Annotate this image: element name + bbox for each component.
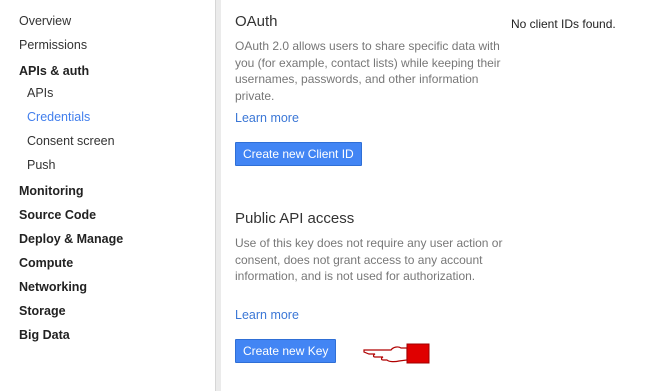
sidebar-item-permissions[interactable]: Permissions (19, 37, 87, 53)
credentials-panel: OAuth OAuth 2.0 allows users to share sp… (221, 0, 646, 391)
oauth-title: OAuth (235, 13, 278, 30)
sidebar-item-credentials[interactable]: Credentials (27, 109, 90, 125)
sidebar-item-consent-screen[interactable]: Consent screen (27, 133, 115, 149)
sidebar-item-push[interactable]: Push (27, 157, 56, 173)
sidebar-item-deploy-manage[interactable]: Deploy & Manage (19, 231, 123, 247)
no-client-ids-message: No client IDs found. (511, 17, 616, 31)
sidebar-item-big-data[interactable]: Big Data (19, 327, 70, 343)
sidebar-item-apis-auth[interactable]: APIs & auth (19, 63, 89, 79)
sidebar-item-storage[interactable]: Storage (19, 303, 66, 319)
public-api-title: Public API access (235, 210, 355, 227)
create-client-id-button[interactable]: Create new Client ID (235, 142, 362, 166)
sidebar-item-apis[interactable]: APIs (27, 85, 53, 101)
pointing-hand-icon (363, 343, 430, 364)
public-api-description: Use of this key does not require any use… (235, 236, 503, 283)
sidebar-item-overview[interactable]: Overview (19, 13, 71, 29)
public-api-learn-more-link[interactable]: Learn more (235, 307, 299, 323)
sidebar-item-source-code[interactable]: Source Code (19, 207, 96, 223)
sidebar-item-networking[interactable]: Networking (19, 279, 87, 295)
sidebar-item-monitoring[interactable]: Monitoring (19, 183, 84, 199)
sidebar-item-compute[interactable]: Compute (19, 255, 73, 271)
sidebar-nav: Overview Permissions APIs & auth APIs Cr… (0, 0, 216, 391)
oauth-description: OAuth 2.0 allows users to share specific… (235, 39, 501, 103)
oauth-learn-more-link[interactable]: Learn more (235, 110, 299, 126)
create-new-key-button[interactable]: Create new Key (235, 339, 337, 363)
